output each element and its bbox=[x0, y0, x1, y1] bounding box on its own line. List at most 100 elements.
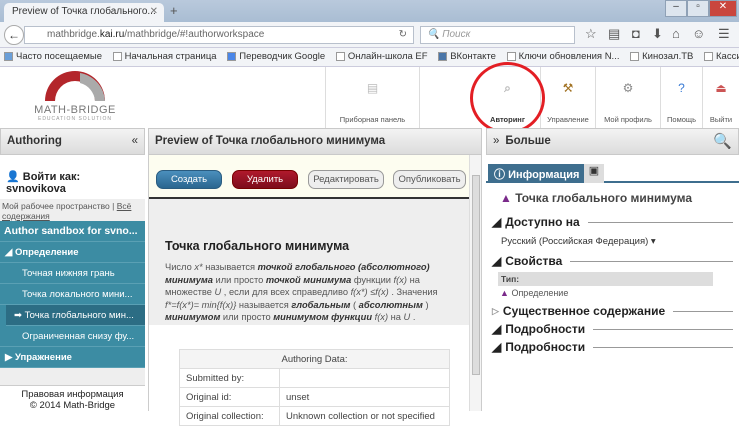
body-text-segment: , если для всех справедливо bbox=[221, 287, 351, 297]
authoring-panel-header: Authoring « bbox=[0, 128, 145, 155]
bookmarks-bar: Часто посещаемые Начальная страница Пере… bbox=[0, 48, 739, 67]
profile-icon: ⚙ bbox=[622, 81, 634, 95]
expand-right-button[interactable]: » bbox=[493, 135, 499, 147]
math-bridge-logo[interactable]: MATH-BRIDGE EDUCATION SOLUTION bbox=[30, 71, 120, 125]
more-panel-header: » Больше 🔍 bbox=[486, 128, 739, 155]
nav-management[interactable]: ⚒ Управление bbox=[540, 67, 595, 128]
app-header: MATH-BRIDGE EDUCATION SOLUTION ▤ Приборна… bbox=[0, 67, 739, 128]
table-row: Original collection: Unknown collection o… bbox=[179, 406, 450, 426]
bookmark-star-icon[interactable]: ☆ bbox=[585, 26, 597, 42]
bookmark-item[interactable]: Онлайн-школа EF bbox=[335, 51, 428, 62]
body-text-segment: функции bbox=[351, 274, 394, 285]
type-label: Тип: bbox=[498, 272, 713, 286]
section-essential[interactable]: ▷ Существенное содержание bbox=[492, 302, 733, 320]
menu-icon[interactable]: ☰ bbox=[718, 26, 730, 42]
section-details[interactable]: ◢ Подробности bbox=[492, 338, 733, 356]
user-avatar-icon: 👤 bbox=[6, 171, 20, 183]
new-tab-button[interactable]: + bbox=[170, 3, 178, 18]
body-text-segment: называется bbox=[238, 299, 292, 310]
preview-panel: Создать Удалить Редактировать Опубликова… bbox=[148, 155, 482, 426]
object-title: ▲ Точка глобального минимума bbox=[500, 191, 692, 205]
delete-button[interactable]: Удалить bbox=[232, 170, 298, 189]
publish-button[interactable]: Опубликовать bbox=[393, 170, 466, 189]
dashboard-icon: ▤ bbox=[366, 81, 379, 95]
nav-help[interactable]: ? Помощь bbox=[660, 67, 702, 128]
authoring-sidebar: 👤 Войти как: svnovikova Мой рабочее прос… bbox=[0, 155, 145, 411]
browser-tab-bar: Preview of Точка глобального... ✕ + – ▫ ✕ bbox=[0, 0, 739, 22]
bookmark-item[interactable]: ВКонтакте bbox=[438, 51, 496, 62]
body-text-segment: или просто bbox=[212, 274, 266, 285]
toolbar: Создать Удалить Редактировать Опубликова… bbox=[149, 155, 481, 199]
bookmark-item[interactable]: Начальная страница bbox=[112, 51, 217, 62]
definition-icon: ▲ bbox=[500, 191, 512, 205]
pocket-icon[interactable]: ◘ bbox=[632, 26, 640, 41]
close-window-button[interactable]: ✕ bbox=[709, 0, 737, 17]
tree-item[interactable]: Точка локального мини... bbox=[0, 284, 145, 305]
bookmark-item[interactable]: Кинозал.ТВ bbox=[630, 51, 693, 62]
body-text-segment: f(x) bbox=[372, 312, 389, 322]
maximize-button[interactable]: ▫ bbox=[687, 0, 709, 17]
minimize-button[interactable]: – bbox=[665, 0, 687, 17]
section-available[interactable]: ◢ Доступно на bbox=[492, 213, 733, 231]
nav-logout[interactable]: ⏏ Выйти bbox=[702, 67, 739, 128]
my-workspace-link[interactable]: Мой рабочее пространство bbox=[2, 201, 110, 211]
scrollbar-thumb[interactable] bbox=[472, 175, 480, 375]
tree-group-exercise[interactable]: ▶ Упражнение bbox=[0, 347, 145, 368]
body-text-segment: минимумом bbox=[165, 312, 221, 322]
browser-nav-bar: ← mathbridge.kai.ru/mathbridge/#!authorw… bbox=[0, 22, 739, 48]
browser-tab[interactable]: Preview of Точка глобального... ✕ bbox=[4, 3, 164, 22]
bookmark-item[interactable]: Кассир bbox=[704, 51, 739, 62]
table-row: Submitted by: bbox=[179, 368, 450, 388]
tree-item-active[interactable]: ➡ Точка глобального мин... bbox=[6, 305, 145, 326]
tree-item[interactable]: Ограниченная снизу фу... bbox=[0, 326, 145, 347]
type-value: ▲ Определение bbox=[500, 288, 569, 298]
table-header: Authoring Data: bbox=[179, 349, 450, 369]
body-text-segment: или просто bbox=[220, 312, 274, 322]
search-input[interactable]: 🔍 Поиск bbox=[420, 26, 575, 44]
body-text-segment: называется bbox=[202, 262, 258, 272]
body-text-segment: . bbox=[410, 312, 416, 322]
scrollbar[interactable] bbox=[469, 155, 481, 411]
tab-title: Preview of Точка глобального... bbox=[12, 6, 156, 17]
language-select[interactable]: Русский (Российская Федерация) ▾ bbox=[498, 234, 663, 249]
tab-second[interactable]: ▣ bbox=[584, 164, 604, 183]
sandbox-title[interactable]: Author sandbox for svno... bbox=[0, 221, 145, 242]
tab-information[interactable]: ⓘ Информация bbox=[488, 164, 586, 183]
body-text-segment: точкой минимума bbox=[265, 274, 352, 285]
emoji-icon[interactable]: ☺ bbox=[692, 26, 705, 41]
copyright: © 2014 Math-Bridge bbox=[29, 400, 116, 411]
home-icon[interactable]: ⌂ bbox=[672, 26, 680, 41]
bookmark-item[interactable]: Ключи обновления N... bbox=[506, 51, 619, 62]
section-details[interactable]: ◢ Подробности bbox=[492, 320, 733, 338]
reading-list-icon[interactable]: ▤ bbox=[608, 26, 620, 42]
red-annotation-circle bbox=[470, 62, 545, 134]
management-icon: ⚒ bbox=[562, 81, 574, 95]
logo-arch-icon bbox=[45, 71, 105, 101]
body-text-segment: f(x*) ≤f(x) bbox=[350, 287, 389, 297]
preview-panel-header: Preview of Точка глобального минимума bbox=[148, 128, 482, 155]
more-panel: ⓘ Информация ▣ ▲ Точка глобального миним… bbox=[486, 155, 739, 411]
reload-icon[interactable]: ↻ bbox=[399, 29, 407, 40]
create-button[interactable]: Создать bbox=[156, 170, 222, 189]
section-properties[interactable]: ◢ Свойства bbox=[492, 252, 733, 270]
bookmark-item[interactable]: Часто посещаемые bbox=[4, 51, 102, 62]
edit-button[interactable]: Редактировать bbox=[308, 170, 384, 189]
download-icon[interactable]: ⬇ bbox=[652, 26, 663, 42]
nav-profile[interactable]: ⚙ Мой профиль bbox=[595, 67, 660, 128]
back-icon[interactable]: ← bbox=[4, 25, 24, 45]
table-row: Original id: unset bbox=[179, 387, 450, 407]
bookmark-item[interactable]: Переводчик Google bbox=[227, 51, 325, 62]
close-tab-icon[interactable]: ✕ bbox=[150, 6, 158, 17]
body-text-segment: минимумом функции bbox=[273, 312, 373, 322]
logout-icon: ⏏ bbox=[715, 81, 727, 95]
legal-info-link[interactable]: Правовая информация bbox=[0, 389, 145, 400]
tree-group-definition[interactable]: ◢ Определение bbox=[0, 242, 145, 263]
login-info: 👤 Войти как: svnovikova bbox=[0, 155, 145, 199]
body-text-segment: Число bbox=[165, 262, 195, 272]
search-icon[interactable]: 🔍 bbox=[713, 132, 732, 150]
body-text-segment: глобальным bbox=[291, 299, 351, 310]
url-input[interactable]: mathbridge.kai.ru/mathbridge/#!authorwor… bbox=[24, 26, 414, 44]
collapse-left-button[interactable]: « bbox=[132, 135, 138, 147]
nav-dashboard[interactable]: ▤ Приборная панель bbox=[325, 67, 420, 128]
tree-item[interactable]: Точная нижняя грань bbox=[0, 263, 145, 284]
